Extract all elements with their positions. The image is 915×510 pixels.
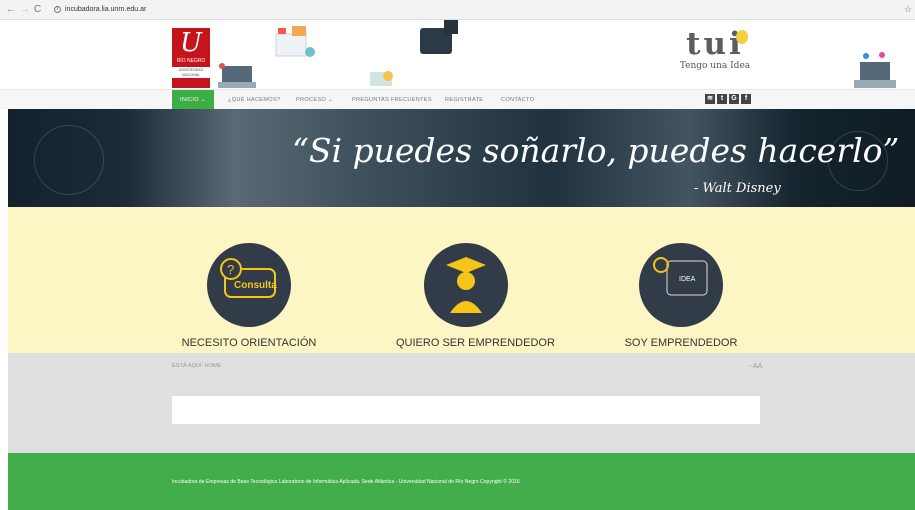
chevron-down-icon: ⌄ bbox=[327, 97, 333, 103]
breadcrumb: ESTÁ AQUÍ: HOME bbox=[172, 363, 221, 369]
address-bar[interactable]: i incubadora.lia.unrn.edu.ar bbox=[54, 3, 901, 17]
info-icon[interactable]: i bbox=[54, 6, 61, 13]
nav-registrate[interactable]: REGISTRATE bbox=[445, 90, 483, 110]
font-decrease[interactable]: - bbox=[749, 363, 751, 370]
nav-inicio[interactable]: INICIO ⌄ bbox=[172, 90, 214, 110]
consulta-graphic: ? Consulta bbox=[220, 258, 277, 298]
nav-contacto[interactable]: CONTACTO bbox=[501, 90, 534, 110]
university-logo[interactable]: U RÍO NEGRO UNIVERSIDAD NACIONAL bbox=[172, 28, 210, 88]
cta-soy-emprendedor[interactable]: IDEA SOY EMPRENDEDOR bbox=[611, 243, 751, 349]
twitter-icon[interactable]: t bbox=[717, 94, 727, 104]
graduate-icon bbox=[424, 243, 508, 327]
idea-text: IDEA bbox=[679, 276, 696, 283]
cta-emprendedor-quiero[interactable]: QUIERO SER EMPRENDEDOR bbox=[396, 243, 555, 349]
desk-illustration bbox=[275, 26, 315, 57]
google-plus-icon[interactable]: G bbox=[729, 94, 739, 104]
papers-illustration bbox=[370, 71, 393, 86]
lightbulb-icon bbox=[736, 30, 748, 44]
facebook-icon[interactable]: f bbox=[741, 94, 751, 104]
nav-proceso[interactable]: PROCESO ⌄ bbox=[296, 90, 333, 110]
laptop-right-illustration bbox=[854, 52, 896, 88]
content-box bbox=[172, 396, 760, 424]
hero-author: - Walt Disney bbox=[694, 181, 781, 196]
logo-u: U bbox=[180, 28, 202, 58]
content-area: ESTÁ AQUÍ: HOME - AA bbox=[8, 353, 915, 453]
browser-toolbar: ← → C i incubadora.lia.unrn.edu.ar ☆ bbox=[0, 0, 915, 20]
nav-label: PROCESO bbox=[296, 97, 327, 103]
laptop-illustration bbox=[218, 63, 256, 88]
lightbulb-idea-icon: IDEA bbox=[639, 243, 723, 327]
consulta-text: Consulta bbox=[234, 280, 277, 291]
cta-section: ? Consulta NECESITO ORIENTACIÓN QUIERO S… bbox=[8, 207, 915, 353]
font-size-controls: - AA bbox=[749, 363, 762, 370]
footer-text: Incubadora de Empresas de Base Tecnológi… bbox=[172, 479, 520, 485]
speech-bubble-icon: ? Consulta bbox=[207, 243, 291, 327]
cta-label: SOY EMPRENDEDOR bbox=[624, 337, 738, 349]
tablet-illustration bbox=[420, 20, 458, 54]
browser-nav: ← → C bbox=[0, 4, 54, 15]
social-links: ≋ t G f bbox=[705, 94, 751, 104]
cta-orientacion[interactable]: ? Consulta NECESITO ORIENTACIÓN bbox=[179, 243, 319, 349]
svg-text:?: ? bbox=[227, 262, 234, 277]
hero-banner: “Si puedes soñarlo, puedes hacerlo” - Wa… bbox=[8, 109, 915, 207]
back-arrow-icon[interactable]: ← bbox=[6, 4, 16, 15]
chevron-down-icon: ⌄ bbox=[200, 97, 206, 103]
breadcrumb-label: ESTÁ AQUÍ: bbox=[172, 363, 204, 369]
rss-icon[interactable]: ≋ bbox=[705, 94, 715, 104]
font-increase[interactable]: AA bbox=[753, 363, 762, 370]
reload-icon[interactable]: C bbox=[34, 4, 41, 15]
site-footer: Incubadora de Empresas de Base Tecnológi… bbox=[8, 453, 915, 510]
hero-quote: “Si puedes soñarlo, puedes hacerlo” bbox=[292, 131, 900, 170]
main-nav: INICIO ⌄ ¿QUÉ HACEMOS? PROCESO ⌄ PREGUNT… bbox=[0, 89, 915, 110]
site-header: U RÍO NEGRO UNIVERSIDAD NACIONAL tui Ten… bbox=[0, 20, 915, 90]
cta-label: NECESITO ORIENTACIÓN bbox=[181, 337, 317, 349]
logo-line-nacional: NACIONAL bbox=[181, 72, 201, 77]
tui-tagline: Tengo una Idea bbox=[679, 61, 751, 71]
star-icon[interactable]: ☆ bbox=[901, 4, 915, 15]
cta-label: QUIERO SER EMPRENDEDOR bbox=[396, 337, 555, 349]
lightbulb-outline-icon bbox=[34, 125, 104, 195]
idea-graphic: IDEA bbox=[653, 257, 708, 296]
tui-brand[interactable]: tui Tengo una Idea bbox=[668, 28, 762, 72]
forward-arrow-icon[interactable]: → bbox=[20, 4, 30, 15]
nav-label: INICIO bbox=[180, 97, 199, 103]
nav-que-hacemos[interactable]: ¿QUÉ HACEMOS? bbox=[228, 90, 280, 110]
url-text: incubadora.lia.unrn.edu.ar bbox=[65, 6, 147, 13]
website: U RÍO NEGRO UNIVERSIDAD NACIONAL tui Ten… bbox=[0, 20, 915, 510]
breadcrumb-home[interactable]: HOME bbox=[205, 363, 222, 369]
graduate-graphic bbox=[446, 257, 486, 313]
tui-logo-text: tui bbox=[686, 26, 744, 62]
nav-preguntas[interactable]: PREGUNTAS FRECUENTES bbox=[352, 90, 432, 110]
logo-universidad: UNIVERSIDAD NACIONAL bbox=[172, 67, 210, 78]
logo-rio-negro: RÍO NEGRO bbox=[176, 58, 206, 64]
